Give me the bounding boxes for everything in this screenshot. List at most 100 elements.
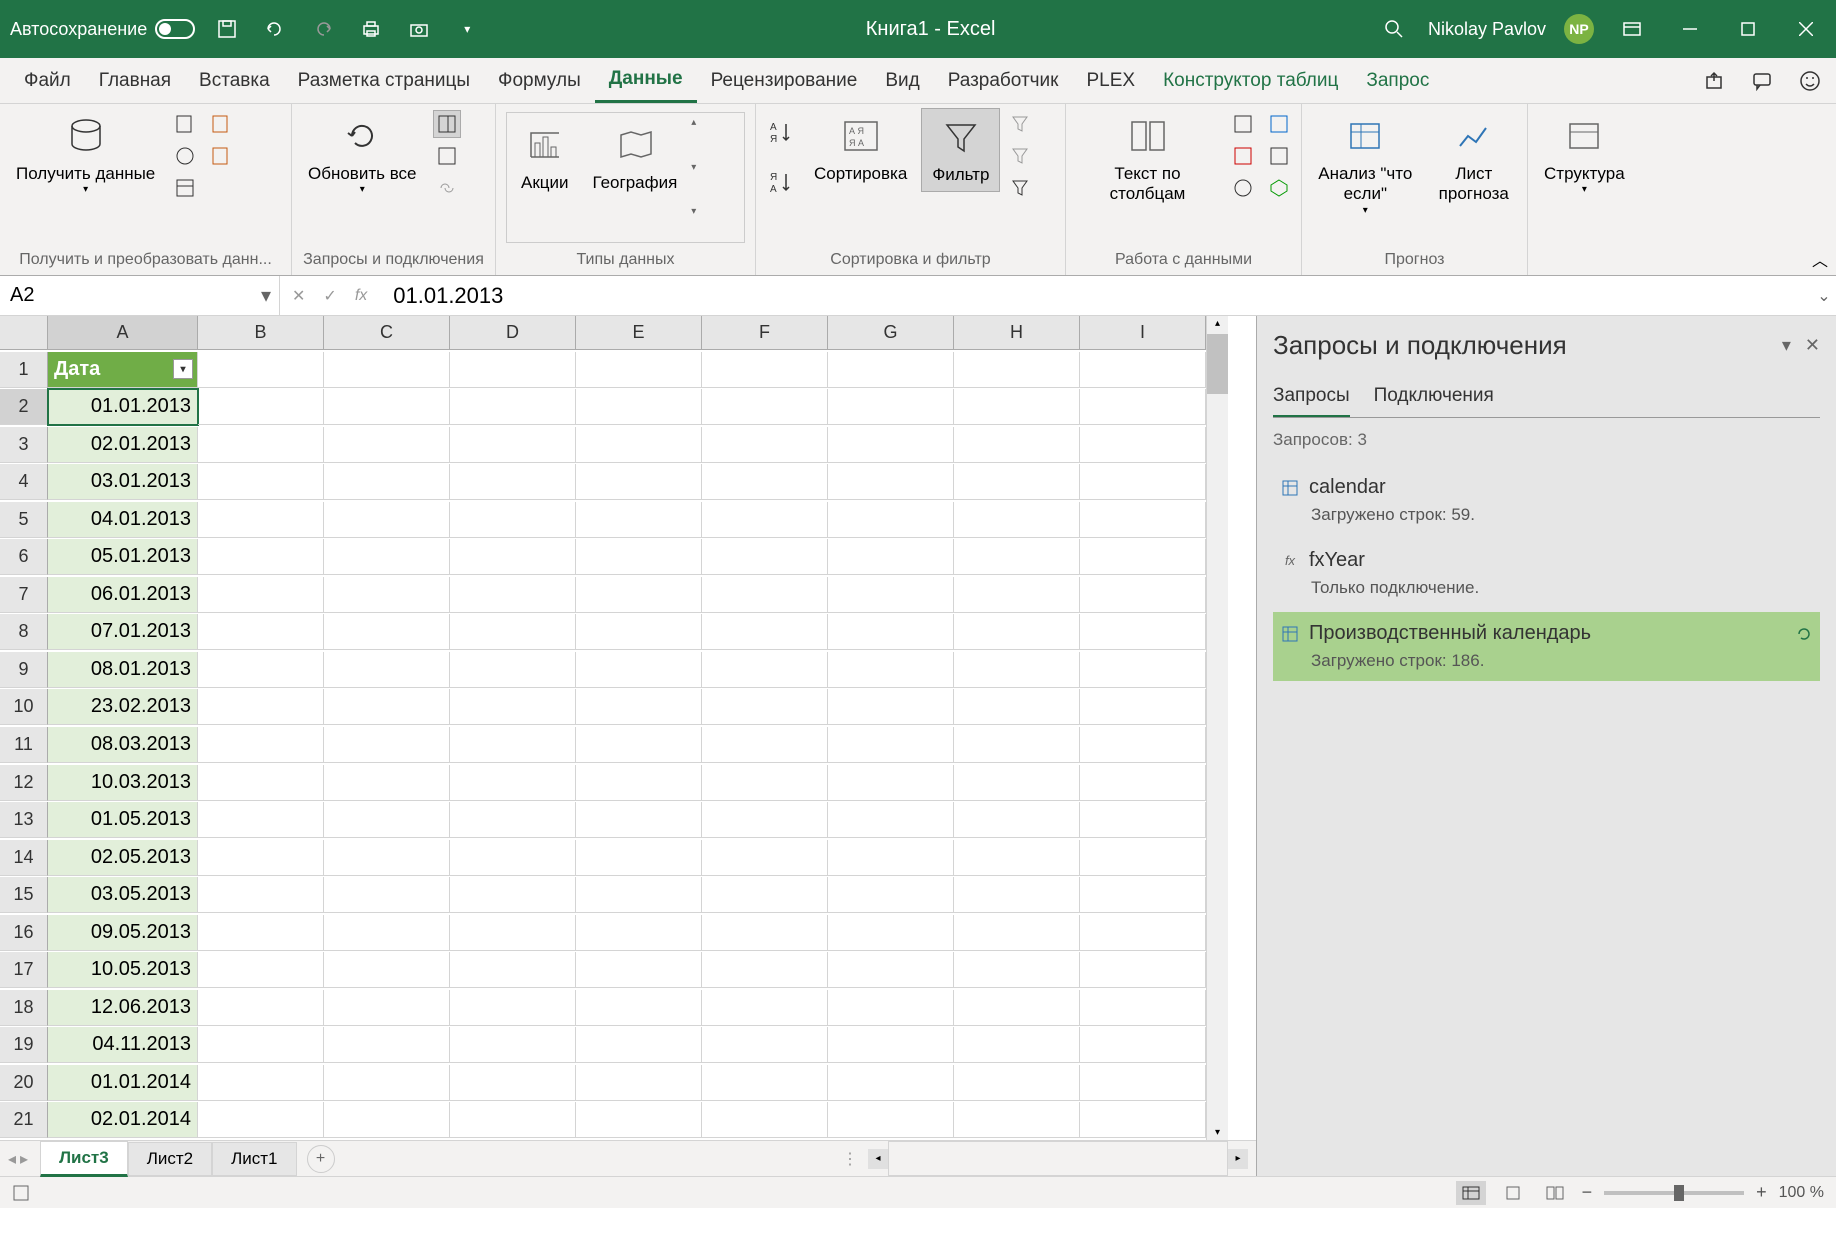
cell-I10[interactable] (1080, 689, 1206, 725)
cell-H18[interactable] (954, 990, 1080, 1026)
cell-C14[interactable] (324, 840, 450, 876)
cell-C5[interactable] (324, 502, 450, 538)
cell-D14[interactable] (450, 840, 576, 876)
cell-F17[interactable] (702, 952, 828, 988)
cell-C7[interactable] (324, 577, 450, 613)
relationships-icon[interactable] (1265, 142, 1293, 170)
cell-H17[interactable] (954, 952, 1080, 988)
cell-D21[interactable] (450, 1102, 576, 1138)
cell-G17[interactable] (828, 952, 954, 988)
cell-G8[interactable] (828, 614, 954, 650)
row-header-2[interactable]: 2 (0, 389, 48, 425)
queries-pane-icon[interactable] (433, 110, 461, 138)
col-header-F[interactable]: F (702, 316, 828, 350)
cell-G21[interactable] (828, 1102, 954, 1138)
cell-D8[interactable] (450, 614, 576, 650)
cell-A7[interactable]: 06.01.2013 (48, 577, 198, 613)
col-header-H[interactable]: H (954, 316, 1080, 350)
cell-A6[interactable]: 05.01.2013 (48, 539, 198, 575)
cell-B6[interactable] (198, 539, 324, 575)
cell-G15[interactable] (828, 877, 954, 913)
cell-I12[interactable] (1080, 765, 1206, 801)
cell-I20[interactable] (1080, 1065, 1206, 1101)
stocks-button[interactable]: Акции (511, 117, 579, 199)
cell-A10[interactable]: 23.02.2013 (48, 689, 198, 725)
cell-F9[interactable] (702, 652, 828, 688)
cell-C2[interactable] (324, 389, 450, 425)
cell-G7[interactable] (828, 577, 954, 613)
cell-E7[interactable] (576, 577, 702, 613)
cell-I15[interactable] (1080, 877, 1206, 913)
zoom-level[interactable]: 100 % (1779, 1184, 1824, 1202)
cell-A13[interactable]: 01.05.2013 (48, 802, 198, 838)
cell-D16[interactable] (450, 915, 576, 951)
recent-sources-icon[interactable] (207, 110, 235, 138)
cell-D7[interactable] (450, 577, 576, 613)
tab-nav-next-icon[interactable]: ▸ (20, 1149, 28, 1169)
cell-D18[interactable] (450, 990, 576, 1026)
formula-expand-icon[interactable]: ⌄ (1812, 286, 1836, 306)
row-header-9[interactable]: 9 (0, 652, 48, 688)
cell-E5[interactable] (576, 502, 702, 538)
cell-E18[interactable] (576, 990, 702, 1026)
hscroll-right-icon[interactable]: ▸ (1228, 1149, 1248, 1169)
cell-A11[interactable]: 08.03.2013 (48, 727, 198, 763)
row-header-11[interactable]: 11 (0, 727, 48, 763)
cell-C15[interactable] (324, 877, 450, 913)
cell-F6[interactable] (702, 539, 828, 575)
maximize-icon[interactable] (1728, 9, 1768, 49)
cell-D4[interactable] (450, 464, 576, 500)
tab-plex[interactable]: PLEX (1073, 60, 1150, 102)
cell-H20[interactable] (954, 1065, 1080, 1101)
edit-links-icon[interactable] (433, 174, 461, 202)
col-header-D[interactable]: D (450, 316, 576, 350)
cell-C1[interactable] (324, 352, 450, 388)
cell-C11[interactable] (324, 727, 450, 763)
cell-G16[interactable] (828, 915, 954, 951)
sort-desc-icon[interactable]: ЯА (768, 170, 794, 196)
cell-B21[interactable] (198, 1102, 324, 1138)
cell-I18[interactable] (1080, 990, 1206, 1026)
cell-I7[interactable] (1080, 577, 1206, 613)
cell-B8[interactable] (198, 614, 324, 650)
query-item-prod-calendar[interactable]: Производственный календарь Загружено стр… (1273, 612, 1820, 681)
save-icon[interactable] (211, 13, 243, 45)
cell-G10[interactable] (828, 689, 954, 725)
horizontal-scrollbar[interactable] (888, 1141, 1228, 1176)
cell-E1[interactable] (576, 352, 702, 388)
select-all-corner[interactable] (0, 316, 48, 350)
existing-conn-icon[interactable] (207, 142, 235, 170)
cell-E4[interactable] (576, 464, 702, 500)
col-header-I[interactable]: I (1080, 316, 1206, 350)
search-icon[interactable] (1378, 13, 1410, 45)
cell-A2[interactable]: 01.01.2013 (48, 389, 198, 425)
cell-I4[interactable] (1080, 464, 1206, 500)
zoom-out-icon[interactable]: − (1582, 1182, 1593, 1203)
cell-B19[interactable] (198, 1027, 324, 1063)
cell-H3[interactable] (954, 427, 1080, 463)
data-model-icon[interactable] (1265, 174, 1293, 202)
outline-button[interactable]: Структура ▾ (1534, 108, 1635, 202)
cell-B1[interactable] (198, 352, 324, 388)
cell-G1[interactable] (828, 352, 954, 388)
cell-F10[interactable] (702, 689, 828, 725)
sheet-tab-2[interactable]: Лист2 (128, 1142, 212, 1176)
tab-view[interactable]: Вид (871, 60, 933, 102)
autosave-toggle[interactable]: Автосохранение (10, 19, 195, 40)
cell-A18[interactable]: 12.06.2013 (48, 990, 198, 1026)
cell-A12[interactable]: 10.03.2013 (48, 765, 198, 801)
cell-D12[interactable] (450, 765, 576, 801)
row-header-6[interactable]: 6 (0, 539, 48, 575)
cell-E17[interactable] (576, 952, 702, 988)
cell-I16[interactable] (1080, 915, 1206, 951)
cell-C16[interactable] (324, 915, 450, 951)
refresh-all-button[interactable]: Обновить все ▾ (298, 108, 427, 202)
cell-G20[interactable] (828, 1065, 954, 1101)
cell-B5[interactable] (198, 502, 324, 538)
filter-dropdown-icon[interactable]: ▾ (173, 359, 193, 379)
cell-E16[interactable] (576, 915, 702, 951)
cell-G12[interactable] (828, 765, 954, 801)
cell-F8[interactable] (702, 614, 828, 650)
user-avatar[interactable]: NP (1564, 14, 1594, 44)
cell-H2[interactable] (954, 389, 1080, 425)
